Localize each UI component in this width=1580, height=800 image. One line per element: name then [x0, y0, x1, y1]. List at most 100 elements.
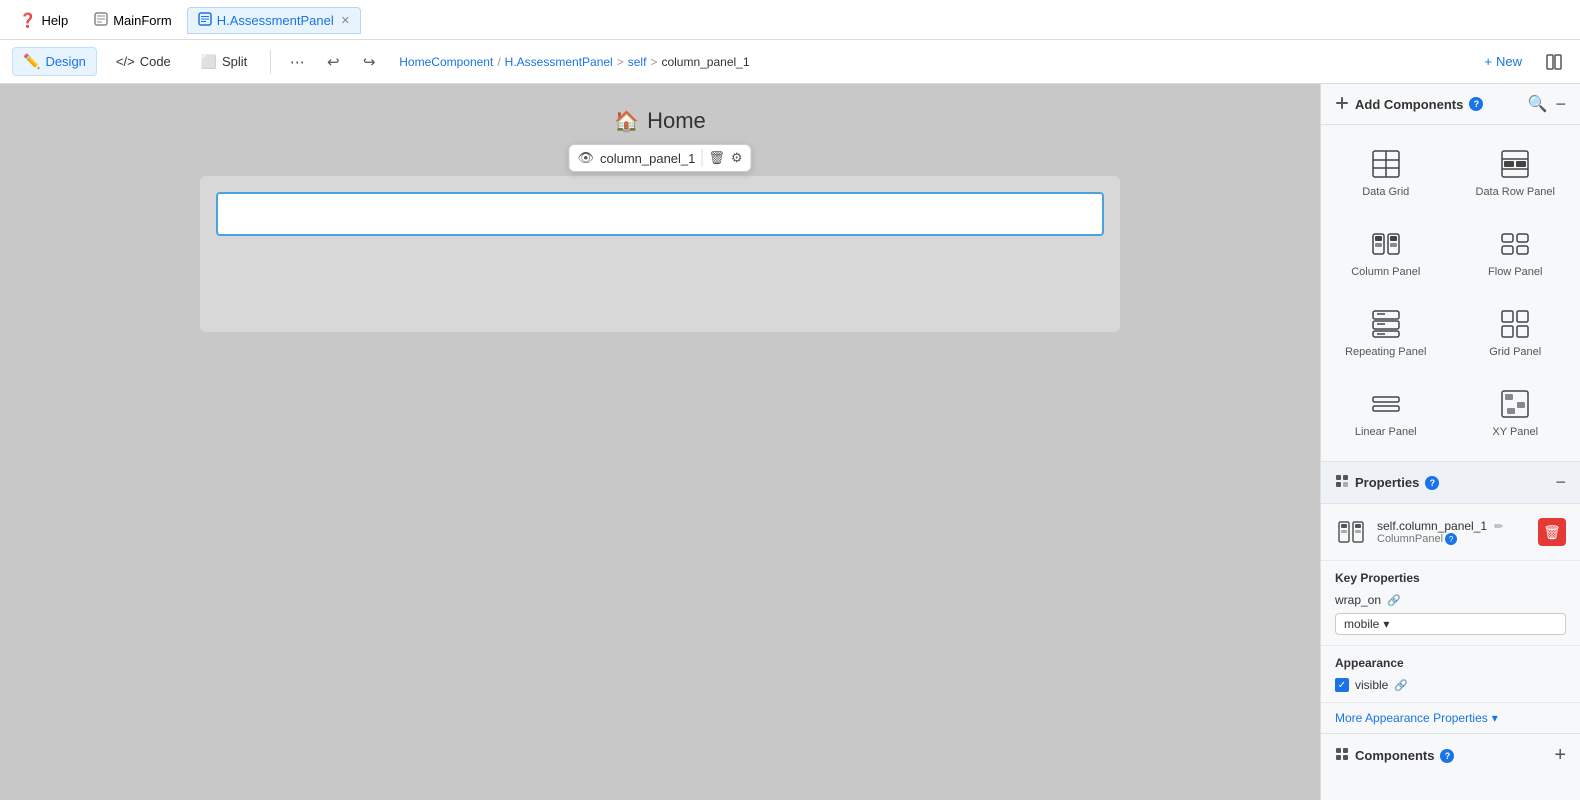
- code-label: Code: [140, 54, 171, 69]
- visible-checkbox[interactable]: ✓: [1335, 678, 1349, 692]
- design-label: Design: [45, 54, 85, 69]
- tab-assessment[interactable]: H.AssessmentPanel ✕: [187, 7, 361, 34]
- design-icon: ✏️: [23, 53, 40, 70]
- tab-bar: ❓ Help MainForm H.AssessmentPanel ✕: [0, 0, 1580, 40]
- component-flow-panel[interactable]: Flow Panel: [1451, 213, 1580, 293]
- undo-button[interactable]: ↩: [319, 48, 347, 76]
- appearance-section: Appearance ✓ visible 🔗: [1321, 646, 1580, 703]
- redo-button[interactable]: ↪: [355, 48, 383, 76]
- toolbar-divider: [701, 149, 702, 167]
- add-components-header: Add Components ? 🔍 −: [1321, 84, 1580, 125]
- grid-panel-label: Grid Panel: [1489, 346, 1541, 358]
- data-row-panel-label: Data Row Panel: [1476, 186, 1556, 198]
- breadcrumb-self[interactable]: self: [628, 55, 647, 69]
- wrap-on-dropdown[interactable]: mobile ▾: [1335, 613, 1566, 635]
- repeating-panel-label: Repeating Panel: [1345, 346, 1426, 358]
- tab-close-icon[interactable]: ✕: [341, 14, 350, 27]
- data-row-panel-icon: [1499, 148, 1531, 180]
- more-appearance-button[interactable]: More Appearance Properties ▾: [1321, 703, 1580, 733]
- prop-component-name-text: self.column_panel_1: [1377, 519, 1487, 533]
- components-bottom-info[interactable]: ?: [1440, 749, 1454, 763]
- toolbar-right: + New: [1474, 48, 1568, 76]
- panel-toolbar-name: column_panel_1: [600, 151, 695, 166]
- toolbar: ✏️ Design </> Code ⬜ Split ⋯ ↩ ↪ HomeCom…: [0, 40, 1580, 84]
- split-label: Split: [222, 54, 247, 69]
- visible-label: visible: [1355, 678, 1388, 692]
- breadcrumb-arrow-2: >: [650, 55, 657, 69]
- properties-info[interactable]: ?: [1425, 476, 1439, 490]
- code-button[interactable]: </> Code: [105, 48, 182, 75]
- split-icon: ⬜: [201, 54, 217, 70]
- grid-panel-icon: [1499, 308, 1531, 340]
- column-panel-inner[interactable]: [216, 192, 1104, 236]
- component-xy-panel[interactable]: XY Panel: [1451, 373, 1580, 453]
- trash-icon[interactable]: 🗑: [708, 150, 725, 166]
- component-data-row-panel[interactable]: Data Row Panel: [1451, 133, 1580, 213]
- components-add-icon[interactable]: +: [1554, 744, 1566, 767]
- wrap-on-value: mobile: [1344, 617, 1379, 631]
- canvas-title: 🏠 Home: [614, 108, 706, 134]
- component-data-grid[interactable]: Data Grid: [1321, 133, 1451, 213]
- add-components-title: Add Components ?: [1335, 96, 1483, 113]
- tab-assessment-label: H.AssessmentPanel: [217, 13, 334, 28]
- add-components-label: Add Components: [1355, 97, 1463, 112]
- panel-spacer: [216, 236, 1104, 316]
- flow-panel-icon: [1499, 228, 1531, 260]
- visible-link-icon[interactable]: 🔗: [1394, 679, 1408, 692]
- wrap-on-label: wrap_on: [1335, 593, 1381, 607]
- properties-collapse-icon[interactable]: −: [1555, 472, 1566, 493]
- visible-row: ✓ visible 🔗: [1335, 678, 1566, 692]
- delete-component-button[interactable]: 🗑: [1538, 518, 1566, 546]
- breadcrumb-home-component[interactable]: HomeComponent: [399, 55, 493, 69]
- key-properties-section: Key Properties wrap_on 🔗 mobile ▾: [1321, 561, 1580, 646]
- search-icon[interactable]: 🔍: [1528, 94, 1548, 114]
- component-type-info[interactable]: ?: [1445, 533, 1457, 545]
- component-repeating-panel[interactable]: Repeating Panel: [1321, 293, 1451, 373]
- tab-mainform[interactable]: MainForm: [83, 7, 183, 33]
- panel-toolbar: 👁 column_panel_1 🗑 ⚙: [568, 144, 751, 172]
- component-column-panel[interactable]: Column Panel: [1321, 213, 1451, 293]
- xy-panel-label: XY Panel: [1492, 426, 1538, 438]
- check-mark: ✓: [1338, 680, 1346, 691]
- repeating-panel-icon: [1370, 308, 1402, 340]
- components-bottom-title: Components ?: [1335, 747, 1454, 764]
- panel-tab-icon: [198, 12, 212, 29]
- edit-icon[interactable]: ✏: [1494, 520, 1503, 533]
- panel-outer[interactable]: 👁 column_panel_1 🗑 ⚙: [200, 176, 1120, 332]
- collapse-icon[interactable]: −: [1555, 95, 1566, 113]
- plus-icon: +: [1484, 54, 1492, 69]
- eye-icon[interactable]: 👁: [577, 150, 594, 166]
- toolbar-sep-1: [270, 50, 271, 74]
- linear-panel-label: Linear Panel: [1355, 426, 1417, 438]
- tab-help[interactable]: ❓ Help: [8, 7, 79, 33]
- add-components-info[interactable]: ?: [1469, 97, 1483, 111]
- new-button[interactable]: + New: [1474, 49, 1532, 74]
- component-linear-panel[interactable]: Linear Panel: [1321, 373, 1451, 453]
- tab-mainform-label: MainForm: [113, 13, 172, 28]
- components-bottom-header: Components ? +: [1321, 734, 1580, 777]
- settings-icon[interactable]: ⚙: [731, 150, 743, 166]
- canvas: 🏠 Home 👁 column_panel_1 🗑 ⚙: [0, 84, 1320, 800]
- expand-button[interactable]: [1540, 48, 1568, 76]
- right-sidebar: Add Components ? 🔍 − Data Grid: [1320, 84, 1580, 800]
- design-button[interactable]: ✏️ Design: [12, 47, 97, 76]
- breadcrumb-column-panel: column_panel_1: [661, 55, 749, 69]
- column-panel-label: Column Panel: [1351, 266, 1420, 278]
- new-label: New: [1496, 54, 1522, 69]
- prop-component-icon: [1335, 516, 1367, 548]
- flow-panel-label: Flow Panel: [1488, 266, 1542, 278]
- prop-component-type-text: ColumnPanel: [1377, 533, 1443, 545]
- xy-panel-icon: [1499, 388, 1531, 420]
- breadcrumb-assessment-panel[interactable]: H.AssessmentPanel: [505, 55, 613, 69]
- data-grid-label: Data Grid: [1362, 186, 1409, 198]
- wrap-on-link-icon[interactable]: 🔗: [1387, 594, 1401, 607]
- more-options-button[interactable]: ⋯: [283, 48, 311, 76]
- appearance-title: Appearance: [1335, 656, 1566, 670]
- add-components-actions: 🔍 −: [1528, 94, 1566, 114]
- column-panel-icon: [1370, 228, 1402, 260]
- components-bottom-icon: [1335, 747, 1349, 764]
- component-grid-panel[interactable]: Grid Panel: [1451, 293, 1580, 373]
- breadcrumb: HomeComponent / H.AssessmentPanel > self…: [399, 55, 749, 69]
- more-props-chevron: ▾: [1492, 711, 1498, 725]
- split-button[interactable]: ⬜ Split: [190, 48, 258, 76]
